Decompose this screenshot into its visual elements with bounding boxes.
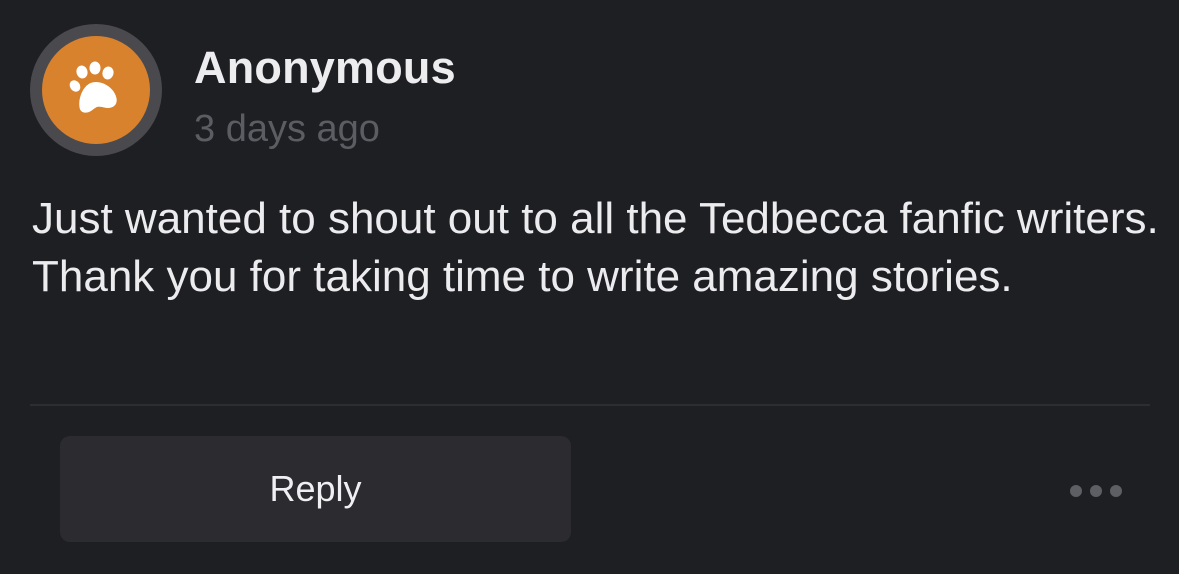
more-horizontal-icon — [1090, 485, 1102, 497]
author-name[interactable]: Anonymous — [194, 42, 456, 94]
paw-print-icon — [69, 61, 117, 113]
more-options-button[interactable] — [1064, 476, 1128, 506]
reply-button[interactable]: Reply — [60, 436, 571, 542]
more-horizontal-icon — [1110, 485, 1122, 497]
comment-card: Anonymous 3 days ago Just wanted to shou… — [0, 0, 1179, 574]
post-timestamp: 3 days ago — [194, 108, 380, 150]
comment-body: Just wanted to shout out to all the Tedb… — [32, 194, 1159, 301]
more-horizontal-icon — [1070, 485, 1082, 497]
divider — [30, 404, 1150, 406]
avatar[interactable] — [30, 24, 162, 156]
avatar-badge — [42, 36, 150, 144]
